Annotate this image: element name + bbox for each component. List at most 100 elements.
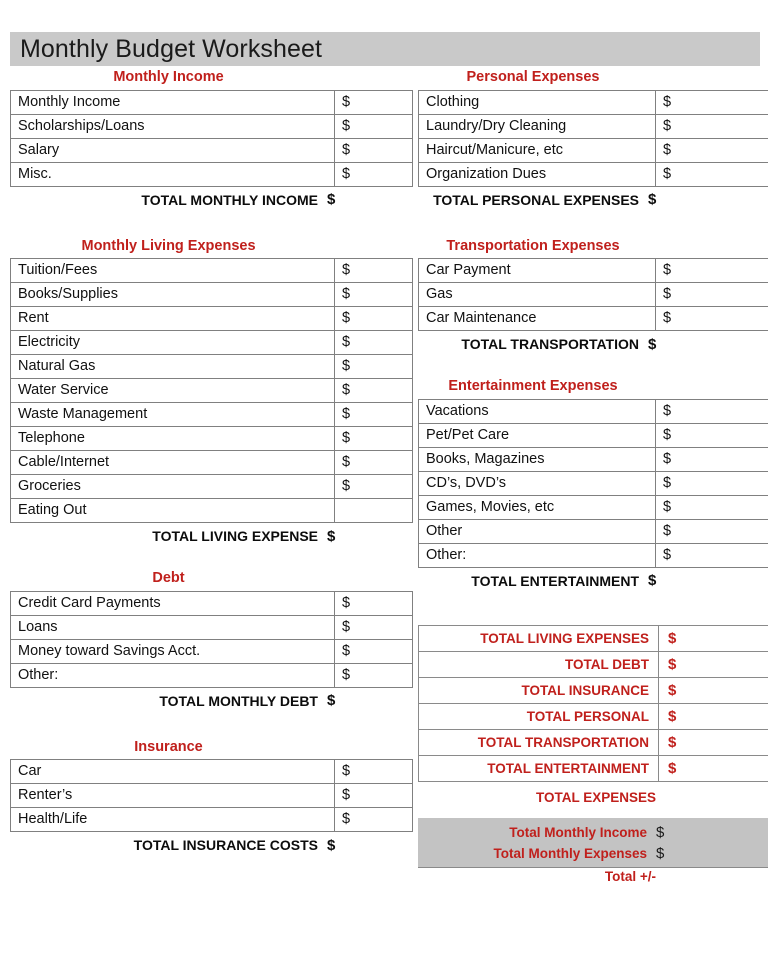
item-label: Scholarships/Loans (10, 113, 335, 139)
total-label: TOTAL TRANSPORTATION (461, 336, 639, 352)
amount-input-cell[interactable]: $ (655, 161, 768, 187)
amount-input-cell[interactable]: $ (334, 662, 413, 688)
amount-input-cell[interactable]: $ (334, 759, 413, 784)
page-title: Monthly Budget Worksheet (20, 34, 323, 63)
amount-input-cell[interactable]: $ (655, 422, 768, 448)
table-row: Other $ (418, 518, 768, 544)
amount-input-cell[interactable]: $ (334, 590, 413, 616)
table-body: Car $ Renter’s $ Health/Life $ (10, 759, 413, 832)
item-label: Other: (10, 662, 335, 688)
total-amount[interactable]: $ (327, 192, 335, 207)
net-summary-amount[interactable]: $ (656, 846, 664, 861)
amount-input-cell[interactable]: $ (655, 494, 768, 520)
table-entertainment-expenses: Vacations $ Pet/Pet Care $ Books, Magazines $… (418, 398, 768, 568)
amount-input-cell[interactable]: $ (655, 470, 768, 496)
item-label: Other: (418, 542, 656, 568)
amount-input-cell[interactable]: $ (334, 330, 413, 355)
table-row: Credit Card Payments $ (10, 590, 413, 616)
amount-input-cell[interactable]: $ (655, 137, 768, 163)
table-row: Telephone $ (10, 426, 413, 451)
amount-input-cell[interactable]: $ (334, 426, 413, 451)
amount-input-cell[interactable]: $ (334, 614, 413, 640)
amount-input-cell[interactable]: $ (655, 282, 768, 307)
table-row: Water Service $ (10, 378, 413, 403)
amount-input-cell[interactable]: $ (655, 518, 768, 544)
section-monthly-living-expenses: Monthly Living Expenses Tuition/Fees $ Boo… (10, 237, 413, 550)
table-row: Books, Magazines $ (418, 446, 768, 472)
amount-input-cell[interactable]: $ (655, 398, 768, 424)
amount-input-cell[interactable]: $ (334, 402, 413, 427)
table-row: TOTAL PERSONAL $ (418, 703, 768, 730)
total-amount[interactable]: $ (648, 337, 656, 352)
amount-input-cell[interactable]: $ (334, 306, 413, 331)
total-amount-cell[interactable]: $ (658, 755, 768, 782)
amount-input-cell[interactable]: $ (334, 354, 413, 379)
item-label: Renter’s (10, 783, 335, 808)
table-row: Games, Movies, etc $ (418, 494, 768, 520)
amount-input-cell[interactable]: $ (655, 113, 768, 139)
item-label: Misc. (10, 161, 335, 187)
total-amount-cell[interactable]: $ (658, 703, 768, 730)
section-transportation-expenses: Transportation Expenses Car Payment $ Gas $… (418, 237, 768, 358)
total-amount[interactable]: $ (327, 693, 335, 708)
amount-input-cell[interactable]: $ (655, 258, 768, 283)
amount-input-cell[interactable]: $ (334, 161, 413, 187)
item-label: Monthly Income (10, 89, 335, 115)
total-row-monthly-income: TOTAL MONTHLY INCOME $ (10, 187, 398, 213)
left-column: Monthly Income Monthly Income $ Scholarshi… (10, 70, 413, 858)
table-row: TOTAL TRANSPORTATION $ (418, 729, 768, 756)
amount-input-cell[interactable]: $ (655, 446, 768, 472)
amount-input-cell[interactable]: $ (334, 783, 413, 808)
amount-input-cell[interactable]: $ (334, 474, 413, 499)
amount-input-cell[interactable]: $ (334, 807, 413, 832)
total-amount-cell[interactable]: $ (658, 729, 768, 756)
table-row: Books/Supplies $ (10, 282, 413, 307)
total-amount[interactable]: $ (327, 529, 335, 544)
amount-input-cell[interactable]: $ (334, 258, 413, 283)
section-heading-personal-expenses: Personal Expenses (466, 69, 600, 85)
amount-input-cell[interactable] (334, 498, 413, 523)
section-heading-transportation-expenses: Transportation Expenses (446, 237, 620, 254)
table-row: Gas $ (418, 282, 768, 307)
table-body: Clothing $ Laundry/Dry Cleaning $ Haircut/Ma… (418, 89, 768, 187)
table-row: Natural Gas $ (10, 354, 413, 379)
item-label: Laundry/Dry Cleaning (418, 113, 656, 139)
section-debt: Debt Credit Card Payments $ Loans $ Money to… (10, 570, 413, 714)
amount-input-cell[interactable]: $ (655, 89, 768, 115)
item-label: Haircut/Manicure, etc (418, 137, 656, 163)
amount-input-cell[interactable]: $ (334, 450, 413, 475)
amount-input-cell[interactable]: $ (655, 542, 768, 568)
section-heading-debt: Debt (152, 570, 185, 586)
total-amount-cell[interactable]: $ (658, 651, 768, 678)
item-label: Books, Magazines (418, 446, 656, 472)
table-row: Clothing $ (418, 89, 768, 115)
total-amount[interactable]: $ (648, 573, 656, 588)
net-total-label: Total +/- (604, 869, 656, 884)
total-amount[interactable]: $ (648, 192, 656, 207)
amount-input-cell[interactable]: $ (334, 89, 413, 115)
table-row: TOTAL INSURANCE $ (418, 677, 768, 704)
table-body: Credit Card Payments $ Loans $ Money toward … (10, 590, 413, 688)
amount-input-cell[interactable]: $ (334, 282, 413, 307)
table-row: Misc. $ (10, 161, 413, 187)
totals-summary: TOTAL LIVING EXPENSES $ TOTAL DEBT $ TOTAL I… (418, 625, 768, 805)
total-category-label: TOTAL PERSONAL (418, 703, 659, 730)
total-row-transportation: TOTAL TRANSPORTATION $ (418, 331, 766, 357)
table-row: Other: $ (418, 542, 768, 568)
amount-input-cell[interactable]: $ (334, 113, 413, 139)
total-row-insurance-costs: TOTAL INSURANCE COSTS $ (10, 832, 398, 858)
item-label: Car Maintenance (418, 306, 656, 331)
item-label: Water Service (10, 378, 335, 403)
net-summary-amount[interactable]: $ (656, 825, 664, 840)
amount-input-cell[interactable]: $ (334, 638, 413, 664)
amount-input-cell[interactable]: $ (655, 306, 768, 331)
total-amount-cell[interactable]: $ (658, 677, 768, 704)
amount-input-cell[interactable]: $ (334, 378, 413, 403)
total-amount[interactable]: $ (327, 838, 335, 853)
section-heading-monthly-living-expenses: Monthly Living Expenses (81, 237, 256, 254)
table-body: Monthly Income $ Scholarships/Loans $ Salary… (10, 89, 413, 187)
total-amount-cell[interactable]: $ (658, 625, 768, 652)
net-summary-row-income: Total Monthly Income $ (418, 822, 768, 843)
amount-input-cell[interactable]: $ (334, 137, 413, 163)
